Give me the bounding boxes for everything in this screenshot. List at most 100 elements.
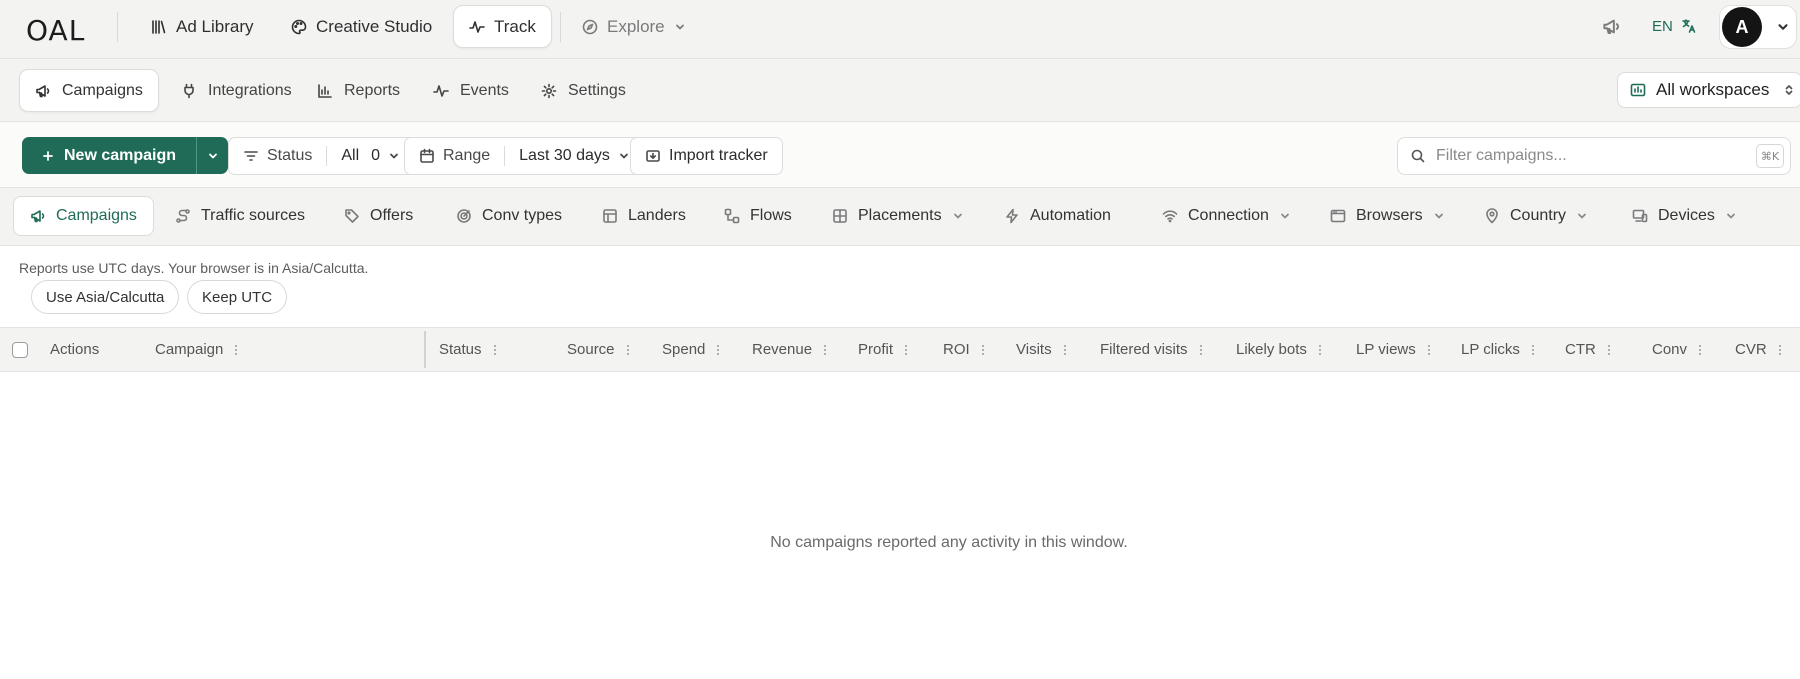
dim-tab-offers[interactable]: Offers	[328, 196, 429, 236]
tab-label: Flows	[750, 207, 792, 224]
range-filter[interactable]: Range Last 30 days	[404, 137, 645, 175]
account-menu[interactable]: A	[1719, 5, 1797, 49]
chevron-down-icon	[1434, 213, 1443, 219]
column-header-cvr[interactable]: CVR	[1735, 328, 1782, 371]
tab-label: Events	[460, 81, 509, 99]
nav-creative-studio[interactable]: Creative Studio	[276, 5, 447, 48]
nav-label: Track	[494, 16, 536, 36]
tab-label: Placements	[858, 207, 942, 224]
top-bar: OAL Ad Library Creative Studio Track Exp…	[0, 0, 1800, 59]
announcements-button[interactable]	[1602, 0, 1621, 52]
column-header-visits[interactable]: Visits	[1016, 328, 1067, 371]
import-tracker-button[interactable]: Import tracker	[630, 137, 783, 175]
dim-tab-flows[interactable]: Flows	[708, 196, 808, 236]
column-menu-icon[interactable]	[1199, 344, 1203, 355]
tab-label: Traffic sources	[201, 207, 306, 224]
dim-tab-browsers[interactable]: Browsers	[1314, 196, 1461, 236]
workspace-icon	[1630, 83, 1646, 97]
search-input[interactable]	[1436, 147, 1736, 165]
column-header-conv[interactable]: Conv	[1652, 328, 1702, 371]
activity-icon	[433, 84, 449, 97]
workspace-selector[interactable]: All workspaces	[1617, 72, 1800, 108]
chevron-down-icon	[208, 153, 217, 158]
column-label: Conv	[1652, 341, 1688, 358]
column-menu-icon[interactable]	[1427, 344, 1431, 355]
brand-logo[interactable]: OAL	[26, 14, 85, 47]
megaphone-icon	[31, 210, 45, 223]
tab-events[interactable]: Events	[418, 69, 524, 112]
tab-settings[interactable]: Settings	[526, 69, 641, 112]
dim-tab-conv-types[interactable]: Conv types	[440, 196, 578, 236]
column-header-filtered-visits[interactable]: Filtered visits	[1100, 328, 1203, 371]
column-header-ctr[interactable]: CTR	[1565, 328, 1611, 371]
import-icon	[646, 150, 660, 162]
new-campaign-label: New campaign	[64, 146, 177, 164]
column-menu-icon[interactable]	[1063, 344, 1067, 355]
palette-icon	[291, 19, 307, 34]
status-value: All	[341, 147, 360, 164]
column-menu-icon[interactable]	[824, 344, 827, 355]
new-campaign-button[interactable]: New campaign	[22, 137, 196, 174]
tab-reports[interactable]: Reports	[302, 69, 415, 112]
timezone-notice: Reports use UTC days. Your browser is in…	[19, 260, 369, 276]
megaphone-icon	[36, 84, 50, 97]
dim-tab-placements[interactable]: Placements	[816, 196, 980, 236]
dim-tab-country[interactable]: Country	[1468, 196, 1604, 236]
column-label: Spend	[662, 341, 706, 358]
status-count: 0	[371, 147, 381, 164]
dim-tab-devices[interactable]: Devices	[1616, 196, 1753, 236]
tab-campaigns[interactable]: Campaigns	[19, 69, 159, 112]
dim-tab-automation[interactable]: Automation	[988, 196, 1127, 236]
column-label: Revenue	[752, 341, 813, 358]
column-resize-handle[interactable]	[424, 331, 426, 368]
dim-tab-traffic-sources[interactable]: Traffic sources	[159, 196, 321, 236]
column-menu-icon[interactable]	[717, 344, 720, 355]
status-filter[interactable]: Status All 0	[228, 137, 416, 175]
column-header-revenue[interactable]: Revenue	[752, 328, 827, 371]
column-label: CTR	[1565, 341, 1596, 358]
dim-tab-campaigns[interactable]: Campaigns	[13, 196, 154, 236]
column-menu-icon[interactable]	[981, 344, 985, 355]
column-menu-icon[interactable]	[493, 344, 497, 355]
column-header-source[interactable]: Source	[567, 328, 630, 371]
avatar: A	[1722, 7, 1762, 47]
column-header-lp-clicks[interactable]: LP clicks	[1461, 328, 1535, 371]
map-pin-icon	[1486, 208, 1498, 224]
megaphone-icon	[1603, 19, 1619, 34]
flow-icon	[724, 208, 740, 224]
tab-integrations[interactable]: Integrations	[166, 69, 307, 112]
column-menu-icon[interactable]	[1778, 344, 1782, 355]
tab-label: Devices	[1658, 207, 1715, 224]
nav-explore[interactable]: Explore	[567, 5, 701, 48]
new-campaign-menu-button[interactable]	[196, 137, 228, 174]
empty-state-message: No campaigns reported any activity in th…	[770, 534, 1128, 551]
select-all-checkbox[interactable]	[12, 342, 28, 358]
column-menu-icon[interactable]	[1699, 344, 1702, 355]
column-header-status[interactable]: Status	[439, 328, 497, 371]
column-header-spend[interactable]: Spend	[662, 328, 720, 371]
dim-tab-landers[interactable]: Landers	[586, 196, 702, 236]
column-label: Profit	[858, 341, 894, 358]
column-menu-icon[interactable]	[235, 344, 238, 355]
column-menu-icon[interactable]	[1531, 344, 1535, 355]
column-menu-icon[interactable]	[626, 344, 630, 355]
column-header-campaign[interactable]: Campaign	[155, 328, 238, 371]
nav-track[interactable]: Track	[453, 5, 552, 48]
use-local-timezone-button[interactable]: Use Asia/Calcutta	[31, 280, 180, 314]
column-menu-icon[interactable]	[1318, 344, 1322, 355]
column-header-likely-bots[interactable]: Likely bots	[1236, 328, 1322, 371]
column-menu-icon[interactable]	[905, 344, 908, 355]
tab-label: Offers	[370, 207, 414, 224]
column-menu-icon[interactable]	[1607, 344, 1611, 355]
column-header-lp-views[interactable]: LP views	[1356, 328, 1431, 371]
chevron-down-icon	[1281, 213, 1289, 219]
translate-icon	[1682, 19, 1696, 33]
plus-icon	[43, 150, 53, 161]
language-switcher[interactable]: EN	[1652, 0, 1697, 52]
nav-ad-library[interactable]: Ad Library	[136, 5, 268, 48]
dim-tab-connection[interactable]: Connection	[1146, 196, 1307, 236]
column-header-roi[interactable]: ROI	[943, 328, 985, 371]
keep-utc-button[interactable]: Keep UTC	[187, 280, 288, 314]
chevron-down-icon	[390, 153, 398, 159]
column-header-profit[interactable]: Profit	[858, 328, 908, 371]
